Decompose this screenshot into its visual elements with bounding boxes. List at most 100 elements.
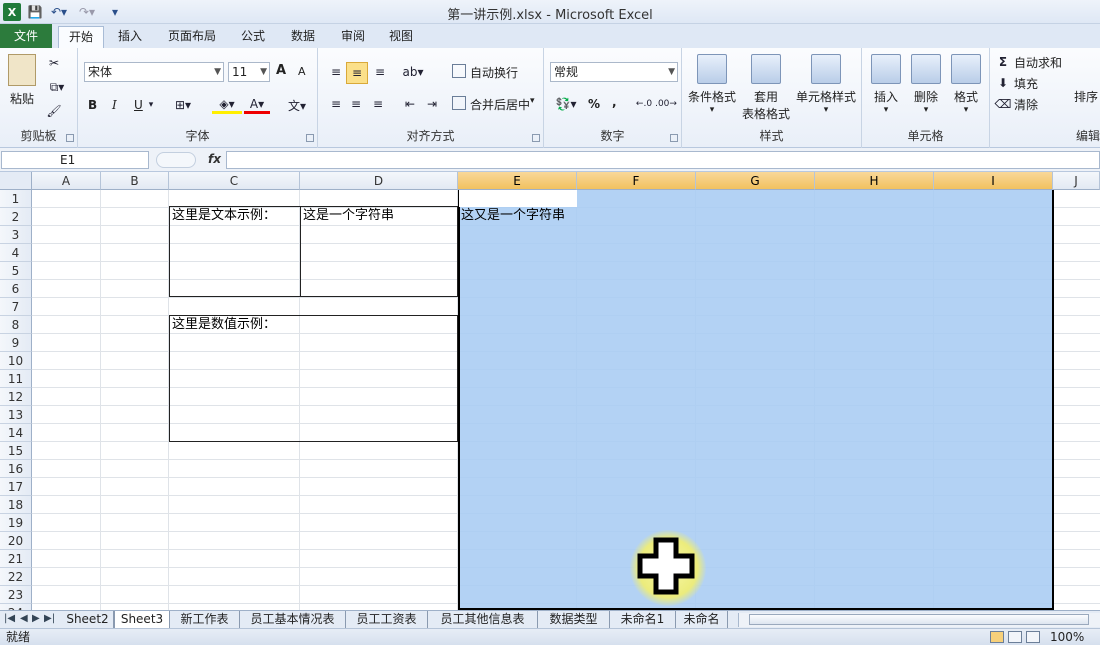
scroll-thumb[interactable] [749,614,1089,625]
decrease-indent-icon[interactable]: ⇤ [400,94,420,114]
merge-center-button[interactable]: 合并后居中 [470,96,530,113]
row-header-10[interactable]: 10 [0,352,32,370]
clipboard-launcher-icon[interactable] [66,134,74,142]
row-header-19[interactable]: 19 [0,514,32,532]
border-icon[interactable]: ⊞▾ [170,96,196,114]
comma-button[interactable]: , [612,95,617,109]
underline-button[interactable]: U [134,98,143,112]
row-header-2[interactable]: 2 [0,208,32,226]
alignment-launcher-icon[interactable] [532,134,540,142]
align-bottom-icon[interactable]: ≡ [370,62,390,82]
name-box[interactable]: E1 [1,151,149,169]
align-middle-icon[interactable]: ≡ [346,62,368,84]
autosum-icon[interactable]: Σ [996,54,1010,70]
italic-button[interactable]: I [112,98,117,112]
currency-icon[interactable]: 💱▾ [552,94,580,114]
row-header-21[interactable]: 21 [0,550,32,568]
last-sheet-icon[interactable]: ▶| [44,613,55,624]
row-header-17[interactable]: 17 [0,478,32,496]
select-all-corner[interactable] [0,172,32,190]
decrease-decimal-icon[interactable]: .00→ [655,94,677,114]
row-header-22[interactable]: 22 [0,568,32,586]
fill-button[interactable]: 填充 [1014,75,1038,92]
tab-page-layout[interactable]: 页面布局 [160,26,224,48]
row-header-18[interactable]: 18 [0,496,32,514]
tab-home[interactable]: 开始 [58,26,104,48]
sheet-tab[interactable]: 未命名 [676,611,728,628]
tab-view[interactable]: 视图 [380,26,422,48]
column-header-A[interactable]: A [32,172,101,190]
align-top-icon[interactable]: ≡ [326,62,346,82]
column-header-I[interactable]: I [934,172,1053,190]
clear-button[interactable]: 清除 [1014,96,1038,113]
excel-logo-icon[interactable]: X [3,3,21,21]
merge-center-icon[interactable] [452,96,466,110]
row-header-1[interactable]: 1 [0,190,32,208]
tab-review[interactable]: 审阅 [332,26,374,48]
phonetic-icon[interactable]: 文▾ [282,96,312,114]
row-header-7[interactable]: 7 [0,298,32,316]
column-header-B[interactable]: B [101,172,169,190]
row-header-6[interactable]: 6 [0,280,32,298]
customize-quick-access-icon[interactable]: ▾ [108,3,122,21]
clear-icon[interactable]: ⌫ [995,96,1012,112]
align-right-icon[interactable]: ≡ [368,94,388,114]
chevron-down-icon[interactable]: ▾ [146,98,156,112]
align-center-icon[interactable]: ≡ [346,94,366,114]
row-header-5[interactable]: 5 [0,262,32,280]
insert-function-button[interactable]: fx [208,152,221,166]
page-break-view-icon[interactable] [1026,631,1040,643]
row-header-8[interactable]: 8 [0,316,32,334]
row-header-12[interactable]: 12 [0,388,32,406]
row-header-23[interactable]: 23 [0,586,32,604]
tab-formulas[interactable]: 公式 [232,26,274,48]
tab-insert[interactable]: 插入 [108,26,152,48]
row-header-11[interactable]: 11 [0,370,32,388]
font-name-select[interactable]: 宋体 ▼ [84,62,224,82]
redo-icon[interactable]: ↷▾ [76,3,98,21]
grow-font-button[interactable]: A [276,63,286,78]
format-painter-icon[interactable]: 🖌 [44,102,64,120]
row-header-16[interactable]: 16 [0,460,32,478]
percent-button[interactable]: % [588,97,600,111]
cut-icon[interactable]: ✂ [44,54,64,72]
horizontal-scrollbar[interactable] [738,613,1100,627]
formula-bar-toggle[interactable] [156,152,196,168]
sheet-tab[interactable]: 员工工资表 [346,611,428,628]
tab-file[interactable]: 文件 [0,24,52,48]
format-as-table-button[interactable]: 套用 表格格式 [736,54,796,122]
format-cells-button[interactable]: 格式 ▾ [946,54,986,115]
normal-view-icon[interactable] [990,631,1004,643]
copy-icon[interactable]: ⧉▾ [44,78,70,96]
font-color-icon[interactable]: A▾ [244,96,270,114]
align-left-icon[interactable]: ≡ [326,94,346,114]
delete-cells-button[interactable]: 删除 ▾ [906,54,946,115]
prev-sheet-icon[interactable]: ◀ [20,613,28,624]
conditional-format-button[interactable]: 条件格式 ▾ [684,54,740,115]
wrap-text-icon[interactable] [452,64,466,78]
sheet-tab[interactable]: 数据类型 [538,611,610,628]
column-header-E[interactable]: E [458,172,577,190]
paste-button[interactable]: 粘贴 [10,90,34,107]
autosum-button[interactable]: 自动求和 [1014,54,1062,71]
column-header-H[interactable]: H [815,172,934,190]
sheet-tab[interactable]: 员工其他信息表 [428,611,538,628]
column-header-G[interactable]: G [696,172,815,190]
sheet-tab[interactable]: 员工基本情况表 [240,611,346,628]
cell-C2[interactable]: 这里是文本示例： [170,207,276,224]
font-launcher-icon[interactable] [306,134,314,142]
cell-C8[interactable]: 这里是数值示例： [170,316,276,333]
paste-icon[interactable] [8,54,36,86]
row-header-9[interactable]: 9 [0,334,32,352]
row-header-15[interactable]: 15 [0,442,32,460]
bold-button[interactable]: B [88,98,97,112]
number-launcher-icon[interactable] [670,134,678,142]
insert-cells-button[interactable]: 插入 ▾ [866,54,906,115]
orientation-icon[interactable]: ab▾ [400,62,426,82]
cell-styles-button[interactable]: 单元格样式 ▾ [794,54,858,115]
number-format-select[interactable]: 常规 ▼ [550,62,678,82]
row-header-4[interactable]: 4 [0,244,32,262]
sheet-tab-active[interactable]: Sheet3 [114,611,170,628]
undo-icon[interactable]: ↶▾ [48,3,70,21]
worksheet-grid[interactable]: ABCDEFGHIJ 1 2 3 4 5 6 7 8 9 10 11 12 13 14 15 16 17 18 19… [0,172,1100,610]
